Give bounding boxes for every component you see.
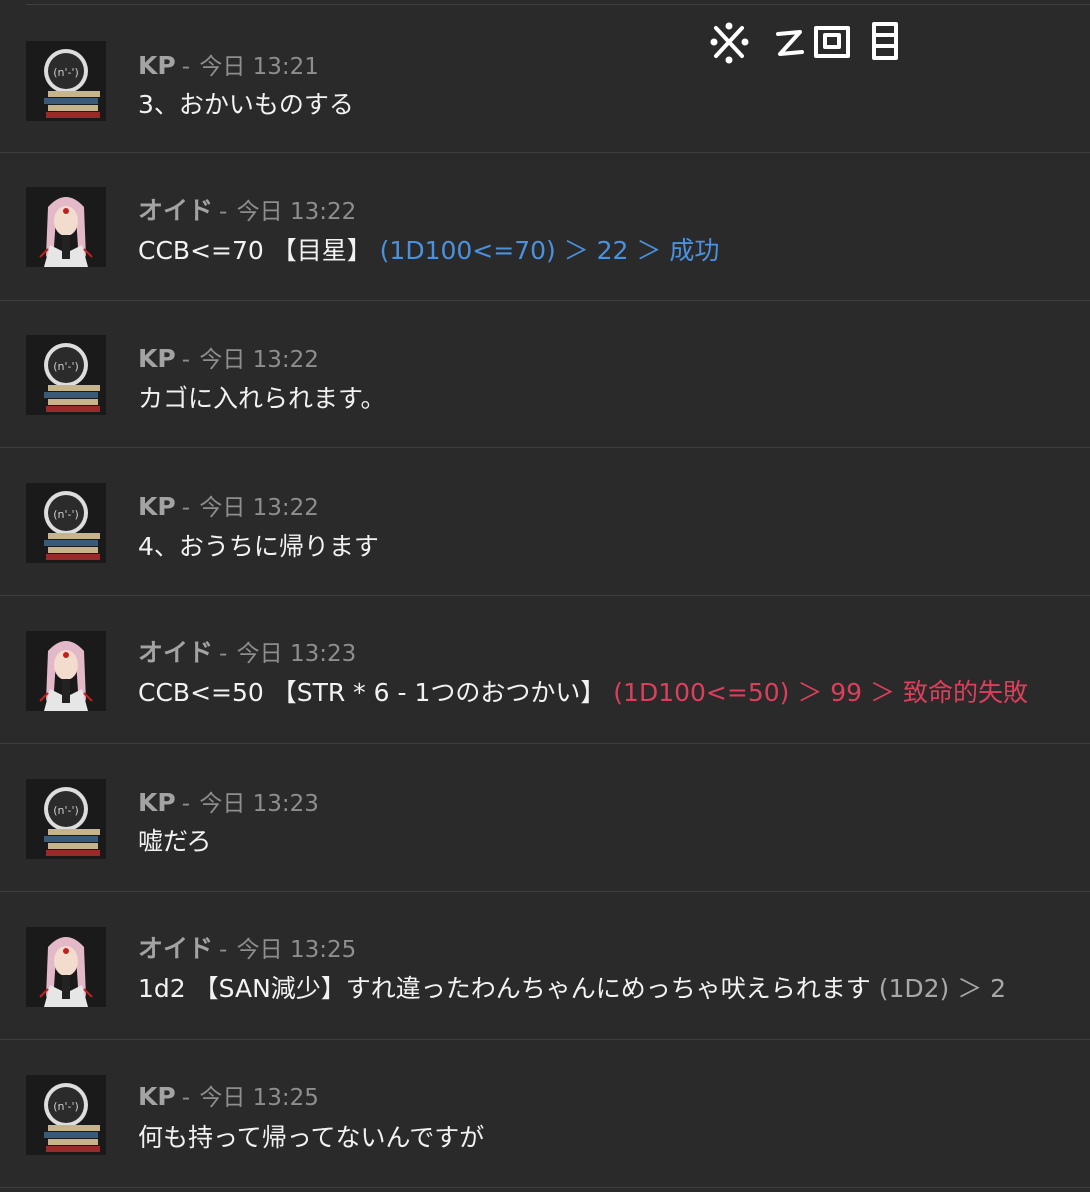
message-text: カゴに入れられます。	[138, 379, 386, 415]
dice-roll-result: (1D100<=70) ＞ 22 ＞ 成功	[379, 236, 720, 265]
message-text: 嘘だろ	[138, 822, 212, 858]
author-name[interactable]: KP	[138, 788, 176, 817]
timestamp: 今日 13:23	[236, 641, 357, 667]
dice-roll-result: (1D100<=50) ＞ 99 ＞ 致命的失敗	[613, 678, 1028, 707]
kp-avatar-icon[interactable]: (n'-')	[26, 483, 106, 563]
separator: -	[219, 937, 228, 963]
message-body: CCB<=50 【STR * 6 - 1つのおつかい】	[138, 678, 614, 707]
author-name[interactable]: KP	[138, 344, 176, 373]
svg-text:(n'-'): (n'-')	[53, 508, 79, 521]
chat-message: (n'-') KP - 今日 13:21 3、おかいものする	[0, 5, 1090, 153]
dice-roll-result: (1D2) ＞ 2	[878, 974, 1007, 1003]
oido-avatar-icon[interactable]	[26, 927, 106, 1007]
separator: -	[181, 54, 191, 80]
message-text: CCB<=50 【STR * 6 - 1つのおつかい】 (1D100<=50) …	[138, 673, 1028, 709]
timestamp: 今日 13:22	[199, 495, 319, 521]
timestamp: 今日 13:23	[199, 791, 319, 817]
chat-message: オイド - 今日 13:22 CCB<=70 【目星】 (1D100<=70) ＞…	[0, 153, 1090, 301]
separator: -	[181, 495, 191, 521]
author-name[interactable]: オイド	[138, 196, 213, 225]
author-name[interactable]: KP	[138, 492, 176, 521]
timestamp: 今日 13:25	[236, 937, 357, 963]
timestamp: 今日 13:22	[199, 347, 319, 373]
message-header: KP - 今日 13:21	[138, 47, 319, 81]
separator: -	[181, 347, 191, 373]
timestamp: 今日 13:21	[199, 54, 319, 80]
kp-avatar-icon[interactable]: (n'-')	[26, 779, 106, 859]
chat-message: (n'-') KP - 今日 13:22 4、おうちに帰ります	[0, 448, 1090, 596]
message-text: 何も持って帰ってないんですが	[138, 1118, 484, 1154]
message-body: カゴに入れられます。	[138, 384, 386, 413]
timestamp: 今日 13:22	[236, 199, 357, 225]
svg-text:(n'-'): (n'-')	[53, 360, 79, 373]
separator: -	[219, 641, 228, 667]
message-text: 1d2 【SAN減少】すれ違ったわんちゃんにめっちゃ吠えられます (1D2) ＞…	[138, 969, 1006, 1005]
separator: -	[219, 199, 228, 225]
timestamp: 今日 13:25	[199, 1085, 319, 1111]
kp-avatar-icon[interactable]: (n'-')	[26, 41, 106, 121]
oido-avatar-icon[interactable]	[26, 631, 106, 711]
author-name[interactable]: KP	[138, 1082, 176, 1111]
message-text: 3、おかいものする	[138, 85, 354, 121]
message-header: オイド - 今日 13:25	[138, 929, 356, 965]
author-name[interactable]: KP	[138, 51, 176, 80]
author-name[interactable]: オイド	[138, 934, 213, 963]
message-body: 嘘だろ	[138, 827, 212, 856]
chat-message: オイド - 今日 13:25 1d2 【SAN減少】すれ違ったわんちゃんにめっちゃ…	[0, 892, 1090, 1040]
message-body: 3、おかいものする	[138, 90, 354, 119]
kp-avatar-icon[interactable]: (n'-')	[26, 1075, 106, 1155]
svg-text:(n'-'): (n'-')	[53, 1100, 79, 1113]
author-name[interactable]: オイド	[138, 638, 213, 667]
message-text: 4、おうちに帰ります	[138, 527, 379, 563]
svg-text:(n'-'): (n'-')	[53, 66, 79, 79]
chat-message: (n'-') KP - 今日 13:22 カゴに入れられます。	[0, 300, 1090, 448]
message-header: オイド - 今日 13:22	[138, 191, 356, 227]
message-header: KP - 今日 13:23	[138, 784, 319, 818]
svg-text:(n'-'): (n'-')	[53, 804, 79, 817]
separator: -	[181, 1085, 191, 1111]
message-header: KP - 今日 13:22	[138, 340, 319, 374]
message-body: 1d2 【SAN減少】すれ違ったわんちゃんにめっちゃ吠えられます	[138, 974, 879, 1003]
message-header: KP - 今日 13:22	[138, 488, 319, 522]
handwritten-annotation	[708, 18, 908, 70]
chat-message: (n'-') KP - 今日 13:25 何も持って帰ってないんですが	[0, 1040, 1090, 1188]
chat-message: オイド - 今日 13:23 CCB<=50 【STR * 6 - 1つのおつかい…	[0, 596, 1090, 744]
message-body: 4、おうちに帰ります	[138, 532, 379, 561]
message-header: オイド - 今日 13:23	[138, 633, 356, 669]
separator: -	[181, 791, 191, 817]
chat-message: (n'-') KP - 今日 13:23 嘘だろ	[0, 744, 1090, 892]
message-body: CCB<=70 【目星】	[138, 236, 380, 265]
message-header: KP - 今日 13:25	[138, 1078, 319, 1112]
oido-avatar-icon[interactable]	[26, 187, 106, 267]
message-body: 何も持って帰ってないんですが	[138, 1123, 485, 1152]
message-text: CCB<=70 【目星】 (1D100<=70) ＞ 22 ＞ 成功	[138, 231, 719, 267]
kp-avatar-icon[interactable]: (n'-')	[26, 335, 106, 415]
